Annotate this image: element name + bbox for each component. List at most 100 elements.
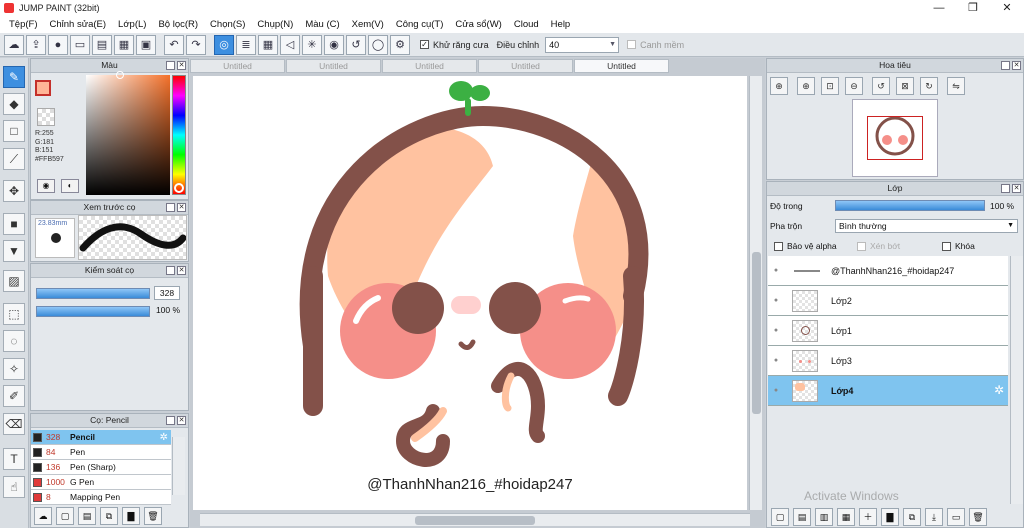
text-tool-icon[interactable]: T [3, 448, 25, 470]
menu-color[interactable]: Màu (C) [299, 19, 345, 30]
menu-tools[interactable]: Công cụ(T) [390, 19, 450, 30]
hue-handle[interactable] [174, 183, 184, 193]
main-color-swatch[interactable] [35, 80, 51, 96]
reset-rotation-icon[interactable]: ⊠ [896, 77, 914, 95]
undo-icon[interactable]: ↶ [164, 34, 184, 55]
canvas-vertical-scrollbar[interactable] [749, 76, 762, 510]
duplicate-layer-icon[interactable]: ⧉ [903, 507, 921, 526]
scroll-thumb[interactable] [752, 252, 761, 414]
tab-document-2[interactable]: Untitled [286, 59, 381, 73]
magic-wand-tool-icon[interactable]: ✧ [3, 358, 25, 380]
select-rect-tool-icon[interactable]: ⬚ [3, 303, 25, 325]
brush-copy-icon[interactable]: ⧉ [100, 507, 118, 525]
grid-check-icon[interactable]: ▣ [136, 34, 156, 55]
tab-document-3[interactable]: Untitled [382, 59, 477, 73]
brush-folder-icon[interactable]: ▇ [122, 507, 140, 525]
layer-item[interactable]: ● Lớp2 [768, 286, 1008, 316]
brush-list-scrollbar[interactable] [172, 437, 185, 495]
brush-cloud-icon[interactable]: ☁ [34, 507, 52, 525]
panel-float-icon[interactable] [166, 266, 175, 275]
menu-window[interactable]: Cửa sổ(W) [449, 19, 507, 30]
close-button[interactable]: ✕ [990, 0, 1024, 16]
color-history-icon[interactable]: ◐ [61, 179, 79, 193]
layer-item[interactable]: ● Lớp4 ✲ [768, 376, 1008, 406]
page-icon[interactable]: ▤ [92, 34, 112, 55]
brush-item-g-pen[interactable]: 1000 G Pen [31, 475, 171, 490]
layer-item[interactable]: ● Lớp3 [768, 346, 1008, 376]
gradient-tool-icon[interactable]: ▨ [3, 270, 25, 292]
panel-close-icon[interactable]: ✕ [177, 203, 186, 212]
rectangle-tool-icon[interactable]: □ [3, 120, 25, 142]
menu-help[interactable]: Help [545, 19, 577, 30]
panel-float-icon[interactable] [166, 61, 175, 70]
document-icon[interactable]: ▦ [114, 34, 134, 55]
panel-float-icon[interactable] [166, 416, 175, 425]
navigator-thumbnail[interactable] [852, 99, 938, 177]
visibility-icon[interactable]: ● [768, 327, 784, 334]
new-halftone-layer-icon[interactable]: ▦ [837, 507, 855, 526]
canvas-horizontal-scrollbar[interactable] [200, 513, 750, 526]
bucket-tool-icon[interactable]: ▼ [3, 240, 25, 262]
rotate-left-icon[interactable]: ↺ [872, 77, 890, 95]
soft-edge-toggle[interactable]: Canh mềm [627, 40, 684, 50]
clipping-checkbox[interactable] [857, 241, 866, 251]
fit-icon[interactable]: ⊡ [821, 77, 839, 95]
menu-filter[interactable]: Bộ lọc(R) [152, 19, 204, 30]
antialias-toggle[interactable]: Khử răng cưa [420, 40, 489, 50]
layer-item[interactable]: ● Lớp1 [768, 316, 1008, 346]
line-tool-icon[interactable]: ⟋ [3, 148, 25, 170]
protect-alpha-checkbox[interactable] [774, 241, 783, 251]
gear-icon[interactable]: ✲ [160, 432, 168, 443]
brush-item-pencil[interactable]: 328 Pencil ✲ [31, 430, 171, 445]
select-eraser-tool-icon[interactable]: ⌫ [3, 413, 25, 435]
panel-close-icon[interactable]: ✕ [177, 61, 186, 70]
clear-layer-icon[interactable]: ▭ [947, 507, 965, 526]
snap-settings-icon[interactable]: ⚙ [390, 34, 410, 55]
comment-icon[interactable]: ● [48, 34, 68, 55]
minimize-button[interactable]: — [922, 0, 956, 16]
eraser-tool-icon[interactable]: ◆ [3, 93, 25, 115]
panel-float-icon[interactable] [166, 203, 175, 212]
layer-list-scrollbar[interactable] [1010, 256, 1023, 504]
menu-layer[interactable]: Lớp(L) [112, 19, 152, 30]
cloud-icon[interactable]: ☁ [4, 34, 24, 55]
panel-float-icon[interactable] [1001, 184, 1010, 193]
menu-capture[interactable]: Chụp(N) [251, 19, 299, 30]
brush-folder-menu-icon[interactable]: ▤ [78, 507, 96, 525]
brush-item-mapping-pen[interactable]: 8 Mapping Pen [31, 490, 171, 505]
soft-edge-checkbox[interactable] [627, 40, 637, 49]
snap-ellipse-icon[interactable]: ◯ [368, 34, 388, 55]
lock-toggle[interactable]: Khóa [942, 241, 975, 251]
hand-tool-icon[interactable]: ☝ [3, 476, 25, 498]
snap-perspective-icon[interactable]: ◁ [280, 34, 300, 55]
brush-tool-icon[interactable]: ✎ [3, 66, 25, 88]
visibility-icon[interactable]: ● [768, 297, 784, 304]
snap-curve-icon[interactable]: ↺ [346, 34, 366, 55]
move-tool-icon[interactable]: ✥ [3, 180, 25, 202]
message-icon[interactable]: ▭ [70, 34, 90, 55]
adjust-select[interactable]: 40 ▼ [545, 36, 620, 53]
color-picker-handle[interactable] [116, 71, 124, 79]
blend-mode-select[interactable]: Bình thường ▼ [835, 219, 1018, 233]
rotate-right-icon[interactable]: ↻ [920, 77, 938, 95]
tab-document-5[interactable]: Untitled [574, 59, 669, 73]
layer-item[interactable]: ● @ThanhNhan216_#hoidap247 [768, 256, 1008, 286]
new-layer-icon[interactable]: ▢ [771, 507, 789, 526]
clipping-toggle[interactable]: Xén bớt [857, 241, 900, 251]
new-layer-1bit-icon[interactable]: ▥ [815, 507, 833, 526]
panel-close-icon[interactable]: ✕ [177, 266, 186, 275]
protect-alpha-toggle[interactable]: Bảo vệ alpha [774, 241, 837, 251]
new-brush-icon[interactable]: ▢ [56, 507, 74, 525]
brush-size-value[interactable]: 328 [154, 286, 180, 300]
select-pen-tool-icon[interactable]: ✐ [3, 385, 25, 407]
brush-size-slider[interactable] [36, 288, 150, 299]
delete-layer-icon[interactable]: 🗑 [969, 507, 987, 526]
brush-item-pen[interactable]: 84 Pen [31, 445, 171, 460]
snap-radial-icon[interactable]: ✳ [302, 34, 322, 55]
brush-item-pen-sharp[interactable]: 136 Pen (Sharp) [31, 460, 171, 475]
layer-folder-icon[interactable]: ▇ [881, 507, 899, 526]
menu-view[interactable]: Xem(V) [346, 19, 390, 30]
brush-opacity-slider[interactable] [36, 306, 150, 317]
lock-checkbox[interactable] [942, 241, 951, 251]
viewport-frame[interactable] [867, 116, 923, 160]
